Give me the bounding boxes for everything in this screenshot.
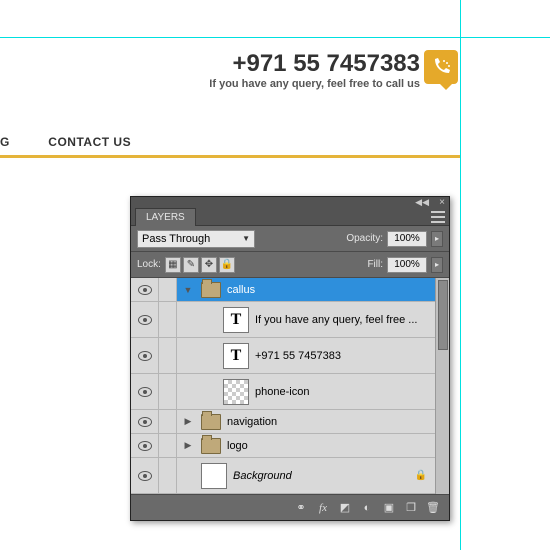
folder-icon[interactable] <box>201 282 221 298</box>
callus-block: +971 55 7457383 If you have any query, f… <box>209 50 420 90</box>
layer-row[interactable]: T +971 55 7457383 <box>131 338 449 374</box>
fill-label: Fill: <box>367 259 383 270</box>
eye-icon <box>138 285 152 295</box>
adjustment-icon[interactable]: ◐ <box>359 501 375 515</box>
layer-thumbnail[interactable]: T <box>223 343 249 369</box>
lock-paint-icon[interactable]: ✎ <box>183 257 199 273</box>
fill-slider-icon[interactable]: ▸ <box>431 257 443 273</box>
layer-name[interactable]: If you have any query, feel free ... <box>255 314 433 326</box>
link-column <box>159 278 177 301</box>
guide-vertical[interactable] <box>460 0 461 550</box>
scrollbar-thumb[interactable] <box>438 280 448 350</box>
visibility-toggle[interactable] <box>131 338 159 373</box>
nav-item[interactable]: G <box>0 135 18 149</box>
layer-name[interactable]: callus <box>227 284 433 296</box>
layer-row[interactable]: ▶ navigation <box>131 410 449 434</box>
layers-tab[interactable]: LAYERS <box>135 208 196 226</box>
collapse-icon[interactable]: ◀◀ <box>415 197 429 208</box>
disclosure-open-icon[interactable]: ▼ <box>183 285 193 295</box>
opacity-input[interactable]: 100% <box>387 231 427 247</box>
navigation-bar: G CONTACT US <box>0 133 460 151</box>
eye-icon <box>138 315 152 325</box>
layer-row[interactable]: ▶ logo <box>131 434 449 458</box>
chevron-down-icon: ▼ <box>242 234 250 243</box>
phone-number-text: +971 55 7457383 <box>209 50 420 78</box>
link-column <box>159 434 177 457</box>
visibility-toggle[interactable] <box>131 410 159 433</box>
lock-transparency-icon[interactable]: ▦ <box>165 257 181 273</box>
panel-header[interactable]: ◀◀ × <box>131 197 449 207</box>
trash-icon[interactable]: 🗑 <box>425 501 441 515</box>
visibility-toggle[interactable] <box>131 302 159 337</box>
eye-icon <box>138 471 152 481</box>
disclosure-closed-icon[interactable]: ▶ <box>183 416 193 427</box>
link-column <box>159 458 177 493</box>
folder-icon[interactable] <box>201 414 221 430</box>
layer-thumbnail[interactable]: T <box>223 307 249 333</box>
layer-name[interactable]: +971 55 7457383 <box>255 350 433 362</box>
disclosure-closed-icon[interactable]: ▶ <box>183 440 193 451</box>
guide-horizontal[interactable] <box>0 37 550 38</box>
new-layer-icon[interactable]: ❐ <box>403 501 419 515</box>
layer-row[interactable]: Background🔒 <box>131 458 449 494</box>
mask-icon[interactable]: ◩ <box>337 501 353 515</box>
layer-thumbnail[interactable] <box>201 463 227 489</box>
link-column <box>159 338 177 373</box>
panel-menu-icon[interactable] <box>431 211 445 223</box>
panel-body: Pass Through ▼ Opacity: 100% ▸ Lock: ▦ ✎… <box>131 225 449 520</box>
visibility-toggle[interactable] <box>131 374 159 409</box>
blend-mode-select[interactable]: Pass Through ▼ <box>137 230 255 248</box>
text-layer-icon: T <box>231 311 242 329</box>
lock-icon[interactable]: 🔒 <box>415 470 427 481</box>
close-icon[interactable]: × <box>439 197 445 208</box>
lock-row: Lock: ▦ ✎ ✥ 🔒 Fill: 100% ▸ <box>131 252 449 278</box>
nav-divider <box>0 155 460 158</box>
layers-list: ▼ callus T If you have any query, feel free… <box>131 278 449 494</box>
layer-thumbnail[interactable] <box>223 379 249 405</box>
layer-name[interactable]: logo <box>227 440 433 452</box>
layer-row[interactable]: T If you have any query, feel free ... <box>131 302 449 338</box>
layer-name[interactable]: navigation <box>227 416 433 428</box>
text-layer-icon: T <box>231 347 242 365</box>
design-canvas: +971 55 7457383 If you have any query, f… <box>0 0 550 550</box>
nav-item-contact[interactable]: CONTACT US <box>40 135 139 149</box>
fill-input[interactable]: 100% <box>387 257 427 273</box>
opacity-slider-icon[interactable]: ▸ <box>431 231 443 247</box>
phone-icon <box>424 50 458 84</box>
link-column <box>159 374 177 409</box>
eye-icon <box>138 417 152 427</box>
eye-icon <box>138 387 152 397</box>
layer-row[interactable]: ▼ callus <box>131 278 449 302</box>
blend-row: Pass Through ▼ Opacity: 100% ▸ <box>131 226 449 252</box>
layer-name[interactable]: phone-icon <box>255 386 433 398</box>
link-column <box>159 302 177 337</box>
visibility-toggle[interactable] <box>131 458 159 493</box>
link-column <box>159 410 177 433</box>
phone-tagline-text: If you have any query, feel free to call… <box>209 78 420 90</box>
panel-footer: ⚭ fx ◩ ◐ ▣ ❐ 🗑 <box>131 494 449 520</box>
layer-row[interactable]: phone-icon <box>131 374 449 410</box>
visibility-toggle[interactable] <box>131 278 159 301</box>
fx-icon[interactable]: fx <box>315 501 331 515</box>
opacity-label: Opacity: <box>346 233 383 244</box>
lock-label: Lock: <box>137 259 161 270</box>
eye-icon <box>138 351 152 361</box>
folder-icon[interactable] <box>201 438 221 454</box>
eye-icon <box>138 441 152 451</box>
lock-all-icon[interactable]: 🔒 <box>219 257 235 273</box>
visibility-toggle[interactable] <box>131 434 159 457</box>
lock-icons: ▦ ✎ ✥ 🔒 <box>165 257 235 273</box>
scrollbar[interactable] <box>435 278 449 494</box>
lock-position-icon[interactable]: ✥ <box>201 257 217 273</box>
new-group-icon[interactable]: ▣ <box>381 501 397 515</box>
layers-panel[interactable]: ◀◀ × LAYERS Pass Through ▼ Opacity: 100%… <box>130 196 450 521</box>
blend-mode-value: Pass Through <box>142 233 210 245</box>
layer-name[interactable]: Background <box>233 470 415 482</box>
link-layers-icon[interactable]: ⚭ <box>293 501 309 515</box>
